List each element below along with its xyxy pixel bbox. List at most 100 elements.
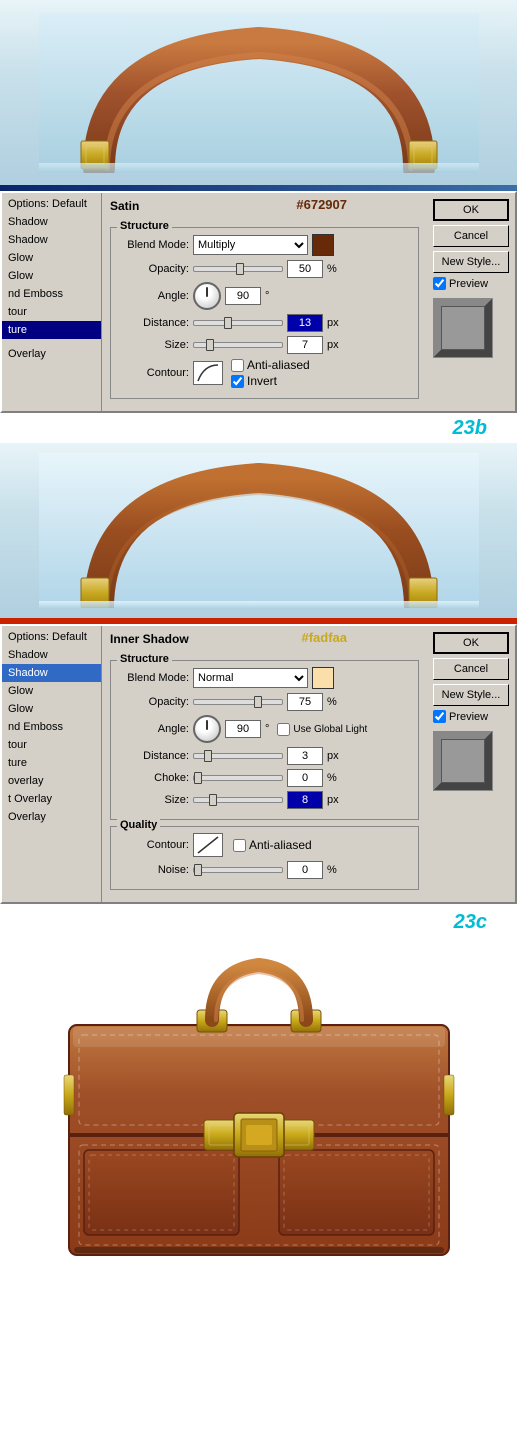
section-b-header: 23b xyxy=(0,413,517,443)
anti-aliased-check-b[interactable]: Anti-aliased xyxy=(233,838,312,852)
buttons-b: OK Cancel New Style... Preview xyxy=(427,626,515,902)
preview-check-a[interactable]: Preview xyxy=(433,277,509,290)
sidebar-item-overlay[interactable]: Overlay xyxy=(2,345,101,363)
global-light-check[interactable]: Use Global Light xyxy=(277,723,367,736)
briefcase-illustration xyxy=(0,940,517,1280)
size-slider-a[interactable] xyxy=(193,342,283,348)
blend-mode-select-a[interactable]: Multiply xyxy=(193,235,308,255)
distance-input-b[interactable] xyxy=(287,747,323,765)
choke-input-b[interactable] xyxy=(287,769,323,787)
opacity-slider-a[interactable] xyxy=(193,266,283,272)
distance-input-a[interactable] xyxy=(287,314,323,332)
sidebar-item-shadow1[interactable]: Shadow xyxy=(2,213,101,231)
sidebar-b-contour[interactable]: tour xyxy=(2,736,101,754)
hex-color-a: #672907 xyxy=(296,197,347,212)
size-label-b: Size: xyxy=(119,794,189,806)
sidebar-b-overlay3[interactable]: Overlay xyxy=(2,808,101,826)
dialog-satin: Options: Default Shadow Shadow Glow Glow… xyxy=(0,185,517,413)
contour-preview-a[interactable] xyxy=(193,361,223,385)
sidebar-b-glow2[interactable]: Glow xyxy=(2,700,101,718)
sidebar-b-texture[interactable]: ture xyxy=(2,754,101,772)
sidebar-b-glow1[interactable]: Glow xyxy=(2,682,101,700)
new-style-button-a[interactable]: New Style... xyxy=(433,251,509,273)
contour-preview-b[interactable] xyxy=(193,833,223,857)
opacity-input-a[interactable] xyxy=(287,260,323,278)
distance-unit-b: px xyxy=(327,750,339,762)
blend-mode-select-b[interactable]: Normal xyxy=(193,668,308,688)
sidebar-b-overlay2[interactable]: t Overlay xyxy=(2,790,101,808)
cancel-button-b[interactable]: Cancel xyxy=(433,658,509,680)
handle-illustration-a xyxy=(0,0,517,185)
sidebar-item-options[interactable]: Options: Default xyxy=(2,195,101,213)
size-input-a[interactable] xyxy=(287,336,323,354)
noise-unit-b: % xyxy=(327,864,337,876)
angle-unit-b: ° xyxy=(265,723,269,735)
angle-input-a[interactable] xyxy=(225,287,261,305)
handle-illustration-b xyxy=(0,443,517,618)
opacity-slider-b[interactable] xyxy=(193,699,283,705)
size-row-b: Size: px xyxy=(119,791,410,809)
structure-group-a: Structure Blend Mode: Multiply Opacity: xyxy=(110,227,419,399)
sidebar-item-emboss[interactable]: nd Emboss xyxy=(2,285,101,303)
size-unit-a: px xyxy=(327,339,339,351)
quality-title-b: Quality xyxy=(117,819,160,831)
sidebar-item-contour[interactable]: tour xyxy=(2,303,101,321)
ok-button-b[interactable]: OK xyxy=(433,632,509,654)
sidebar-item-shadow2[interactable]: Shadow xyxy=(2,231,101,249)
size-label-a: Size: xyxy=(119,339,189,351)
structure-title-b: Structure xyxy=(117,653,172,665)
distance-label-b: Distance: xyxy=(119,750,189,762)
angle-row-b: Angle: ° Use Global Light xyxy=(119,715,410,743)
color-swatch-a[interactable] xyxy=(312,234,334,256)
preview-inner-b xyxy=(441,739,485,783)
new-style-button-b[interactable]: New Style... xyxy=(433,684,509,706)
opacity-unit-b: % xyxy=(327,696,337,708)
sidebar-b-overlay1[interactable]: overlay xyxy=(2,772,101,790)
main-panel-b: Inner Shadow #fadfaa Structure Blend Mod… xyxy=(102,626,427,902)
size-unit-b: px xyxy=(327,794,339,806)
opacity-row-b: Opacity: % xyxy=(119,693,410,711)
distance-slider-a[interactable] xyxy=(193,320,283,326)
panel-title-b: Inner Shadow xyxy=(110,632,419,646)
angle-knob-a[interactable] xyxy=(193,282,221,310)
size-slider-b[interactable] xyxy=(193,797,283,803)
distance-label-a: Distance: xyxy=(119,317,189,329)
blend-mode-row-b: Blend Mode: Normal xyxy=(119,667,410,689)
angle-knob-b[interactable] xyxy=(193,715,221,743)
distance-row-b: Distance: px xyxy=(119,747,410,765)
sidebar-b-emboss[interactable]: nd Emboss xyxy=(2,718,101,736)
choke-slider-b[interactable] xyxy=(193,775,283,781)
section-c-header: 23c xyxy=(0,904,517,940)
sidebar-b-shadow1[interactable]: Shadow xyxy=(2,646,101,664)
opacity-input-b[interactable] xyxy=(287,693,323,711)
angle-input-b[interactable] xyxy=(225,720,261,738)
noise-slider-b[interactable] xyxy=(193,867,283,873)
opacity-row-a: Opacity: % xyxy=(119,260,410,278)
sidebar-item-glow1[interactable]: Glow xyxy=(2,249,101,267)
sidebar-item-texture[interactable]: ture xyxy=(2,321,101,339)
invert-check-a[interactable]: Invert xyxy=(231,374,310,388)
distance-slider-b[interactable] xyxy=(193,753,283,759)
ok-button-a[interactable]: OK xyxy=(433,199,509,221)
buttons-a: OK Cancel New Style... Preview xyxy=(427,193,515,411)
sidebar-item-glow2[interactable]: Glow xyxy=(2,267,101,285)
size-input-b[interactable] xyxy=(287,791,323,809)
structure-group-b: Structure Blend Mode: Normal Opacity: xyxy=(110,660,419,820)
noise-input-b[interactable] xyxy=(287,861,323,879)
preview-inner-a xyxy=(441,306,485,350)
angle-label-a: Angle: xyxy=(119,290,189,302)
blend-mode-label-b: Blend Mode: xyxy=(119,672,189,684)
briefcase-svg xyxy=(49,955,469,1265)
blend-mode-label-a: Blend Mode: xyxy=(119,239,189,251)
structure-title-a: Structure xyxy=(117,220,172,232)
dialog-wrapper-b: Options: Default Shadow Shadow Glow Glow… xyxy=(0,624,517,904)
preview-check-b[interactable]: Preview xyxy=(433,710,509,723)
anti-aliased-check-a[interactable]: Anti-aliased xyxy=(231,358,310,372)
contour-label-b: Contour: xyxy=(119,839,189,851)
color-swatch-b[interactable] xyxy=(312,667,334,689)
cancel-button-a[interactable]: Cancel xyxy=(433,225,509,247)
dialog-inner-shadow: Options: Default Shadow Shadow Glow Glow… xyxy=(0,618,517,904)
choke-row-b: Choke: % xyxy=(119,769,410,787)
sidebar-b-shadow2[interactable]: Shadow xyxy=(2,664,101,682)
sidebar-b-options[interactable]: Options: Default xyxy=(2,628,101,646)
